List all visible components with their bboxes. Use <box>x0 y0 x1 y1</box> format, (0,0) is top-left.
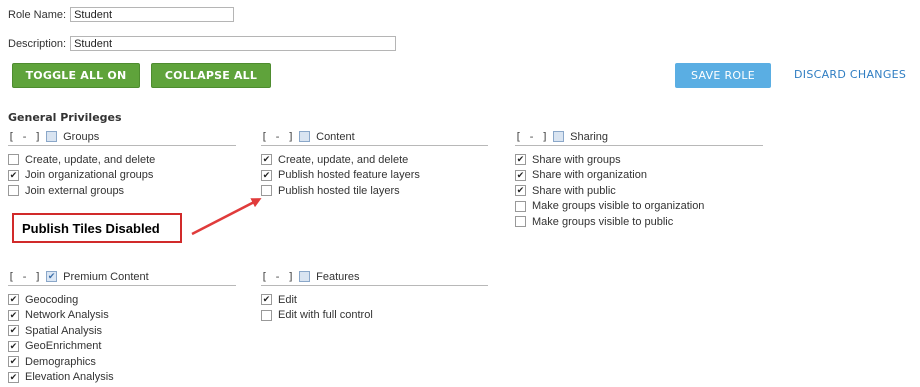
callout-arrow-icon <box>191 198 262 236</box>
